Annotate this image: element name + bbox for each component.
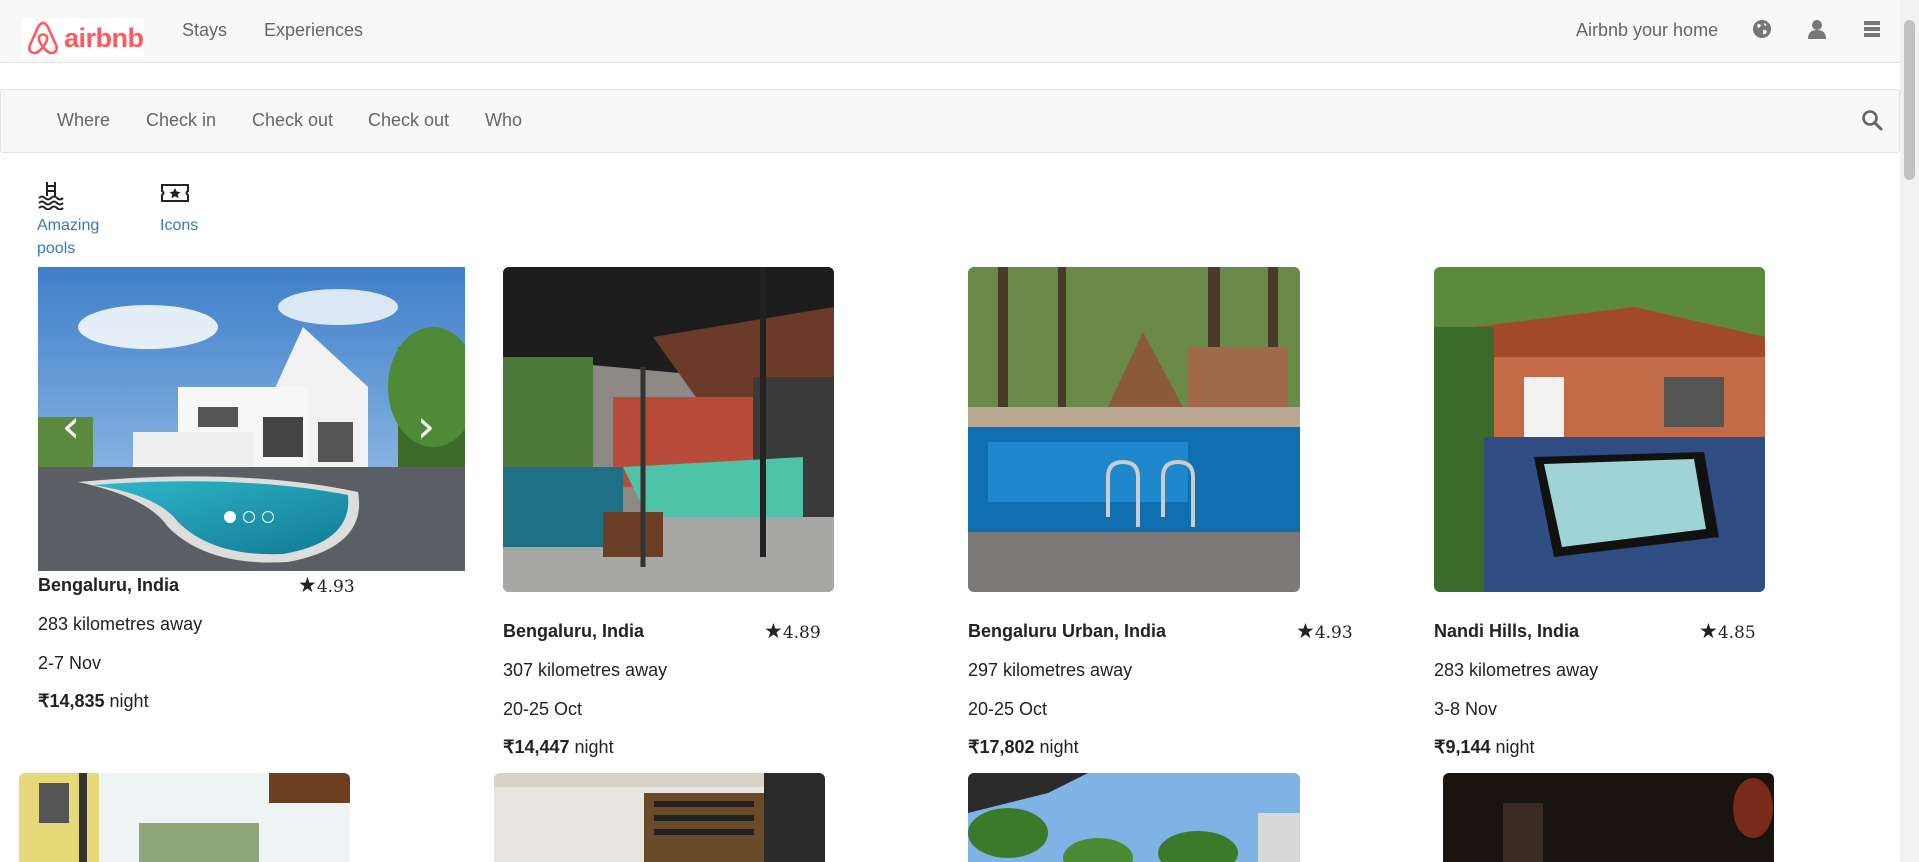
search-field-check-out-2[interactable]: Check out	[368, 110, 449, 131]
carousel-next-arrow[interactable]: ›	[411, 403, 441, 449]
page-scrollbar[interactable]	[1900, 0, 1919, 862]
listing-photo[interactable]	[968, 267, 1300, 592]
interior-stairs-photo	[494, 773, 825, 862]
price-unit: night	[1495, 737, 1535, 757]
airbnb-your-home-link[interactable]: Airbnb your home	[1576, 20, 1718, 41]
nav-link-experiences[interactable]: Experiences	[264, 20, 363, 41]
rating-value: 4.93	[316, 577, 355, 597]
category-amazing-pools[interactable]: Amazing pools	[37, 180, 127, 260]
listing-distance: 297 kilometres away	[968, 660, 1133, 680]
listing-rating: ★4.85	[1699, 619, 1756, 643]
search-icon[interactable]	[1861, 109, 1883, 131]
airbnb-logo-icon	[28, 21, 58, 55]
carousel-dot-2[interactable]	[243, 511, 255, 523]
listing-location: Nandi Hills, India	[1434, 621, 1580, 641]
night-exterior-photo	[1443, 773, 1774, 862]
rating-value: 4.85	[1717, 623, 1756, 643]
listing-dates: 20-25 Oct	[968, 699, 1048, 719]
airbnb-logo[interactable]: airbnb	[22, 18, 144, 58]
category-label-icons[interactable]: Icons	[160, 214, 250, 237]
pool-icon	[38, 182, 64, 210]
price-unit: night	[109, 691, 149, 711]
category-icons[interactable]: Icons	[160, 180, 250, 237]
listing-dates: 20-25 Oct	[503, 699, 583, 719]
listing-price: ₹9,144 night	[1434, 737, 1535, 758]
listing-photo[interactable]: ‹ ›	[38, 267, 465, 571]
scrollbar-thumb[interactable]	[1904, 20, 1915, 180]
listing-photo-8[interactable]	[1443, 773, 1774, 862]
listing-photo[interactable]	[503, 267, 834, 592]
ticket-star-icon	[161, 184, 189, 202]
price-unit: night	[1039, 737, 1079, 757]
listing-dates: 3-8 Nov	[1434, 699, 1498, 719]
house-exterior-photo	[19, 773, 350, 862]
listing-location: Bengaluru, India	[38, 575, 180, 595]
globe-icon[interactable]	[1751, 18, 1773, 40]
listing-location: Bengaluru, India	[503, 621, 645, 641]
listing-photo-7[interactable]	[968, 773, 1300, 862]
rating-value: 4.89	[782, 623, 821, 643]
palm-trees-photo	[968, 773, 1300, 862]
listing-distance: 283 kilometres away	[38, 614, 203, 634]
courtyard-pool-photo	[1434, 267, 1765, 592]
listing-location: Bengaluru Urban, India	[968, 621, 1167, 641]
price-amount: ₹14,835	[38, 691, 105, 711]
carousel-dots	[224, 511, 274, 523]
price-amount: ₹14,447	[503, 737, 570, 757]
carousel-prev-arrow[interactable]: ‹	[56, 403, 86, 449]
listing-dates: 2-7 Nov	[38, 653, 102, 673]
price-unit: night	[574, 737, 614, 757]
rating-value: 4.93	[1314, 623, 1353, 643]
listing-rating: ★4.93	[1296, 619, 1353, 643]
star-icon: ★	[1296, 619, 1315, 643]
top-navbar: airbnb Stays Experiences Airbnb your hom…	[0, 0, 1900, 63]
listing-price: ₹14,447 night	[503, 737, 614, 758]
forest-pool-photo	[968, 267, 1300, 592]
star-icon: ★	[298, 573, 317, 597]
nav-link-stays[interactable]: Stays	[182, 20, 227, 41]
listing-distance: 307 kilometres away	[503, 660, 668, 680]
listing-rating: ★4.89	[764, 619, 821, 643]
carousel-dot-3[interactable]	[262, 511, 274, 523]
listing-price: ₹17,802 night	[968, 737, 1079, 758]
listing-photo-6[interactable]	[494, 773, 825, 862]
logo-wordmark: airbnb	[64, 22, 144, 53]
villa-pool-photo	[38, 267, 465, 571]
price-amount: ₹17,802	[968, 737, 1035, 757]
star-icon: ★	[1699, 619, 1718, 643]
price-amount: ₹9,144	[1434, 737, 1491, 757]
listing-distance: 283 kilometres away	[1434, 660, 1599, 680]
search-field-check-in[interactable]: Check in	[146, 110, 216, 131]
search-field-check-out[interactable]: Check out	[252, 110, 333, 131]
listing-rating: ★4.93	[298, 573, 355, 597]
listing-photo[interactable]	[1434, 267, 1765, 592]
user-icon[interactable]	[1806, 18, 1828, 40]
search-field-who[interactable]: Who	[485, 110, 522, 131]
covered-pool-photo	[503, 267, 834, 592]
category-label-amazing-pools[interactable]: Amazing pools	[37, 214, 127, 260]
listing-photo-5[interactable]	[19, 773, 350, 862]
listing-price: ₹14,835 night	[38, 691, 149, 712]
star-icon: ★	[764, 619, 783, 643]
search-bar: Where Check in Check out Check out Who	[0, 89, 1900, 153]
menu-icon[interactable]	[1861, 18, 1883, 40]
carousel-dot-1[interactable]	[224, 511, 236, 523]
search-field-where[interactable]: Where	[57, 110, 110, 131]
